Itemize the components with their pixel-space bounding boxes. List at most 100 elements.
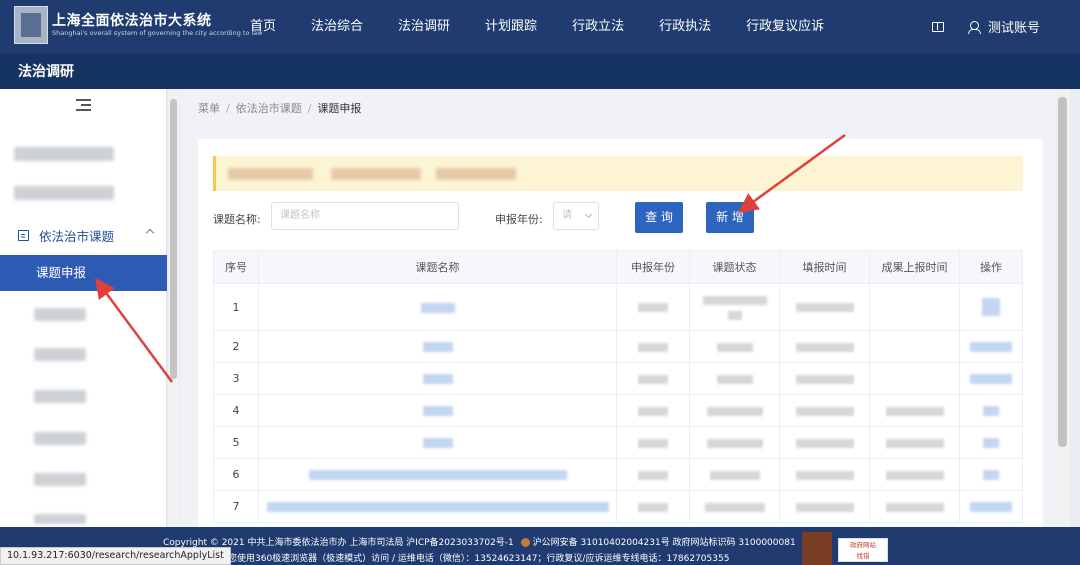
col-actions: 操作 <box>959 250 1023 284</box>
gov-badge-line1: 政府网站 <box>850 541 876 549</box>
sidebar-item-blurred[interactable] <box>34 308 86 321</box>
nav-admin-legislation[interactable]: 行政立法 <box>572 0 624 53</box>
row-topic-name[interactable] <box>258 394 617 427</box>
row-status <box>689 283 780 331</box>
row-fill-time <box>779 426 870 459</box>
top-header: 上海全面依法治市大系统 Shanghai's overall system of… <box>0 0 1080 53</box>
row-topic-name[interactable] <box>258 362 617 395</box>
row-topic-name[interactable] <box>258 283 617 331</box>
section-header: 法治调研 <box>0 53 1080 89</box>
breadcrumb-item[interactable]: 依法治市课题 <box>236 102 302 115</box>
gov-site-badge[interactable]: 政府网站 找错 <box>838 538 888 562</box>
sidebar-group-topics[interactable]: 依法治市课题 <box>0 218 167 252</box>
notice-banner <box>213 156 1023 191</box>
nav-legal-comprehensive[interactable]: 法治综合 <box>311 0 363 53</box>
username[interactable]: 测试账号 <box>988 17 1040 36</box>
gov-badge-line2: 找错 <box>856 552 870 560</box>
topic-name-input[interactable]: 课题名称 <box>271 202 459 230</box>
row-fill-time <box>779 330 870 363</box>
row-result-time <box>869 458 960 491</box>
table-header-row: 序号 课题名称 申报年份 课题状态 填报时间 成果上报时间 操作 <box>213 250 1023 284</box>
nav-legal-research[interactable]: 法治调研 <box>398 0 450 53</box>
row-index: 6 <box>213 458 259 491</box>
row-topic-name[interactable] <box>258 490 617 523</box>
nav-plan-tracking[interactable]: 计划跟踪 <box>485 0 537 53</box>
col-status: 课题状态 <box>689 250 780 284</box>
row-actions[interactable] <box>959 283 1023 331</box>
row-fill-time <box>779 458 870 491</box>
table-row: 1 <box>213 283 1023 331</box>
row-status <box>689 394 780 427</box>
user-icon <box>967 21 981 34</box>
logo-icon <box>14 6 48 44</box>
party-emblem-image <box>802 532 832 565</box>
query-button[interactable]: 查 询 <box>635 202 683 233</box>
main-content: 菜单 / 依法治市课题 / 课题申报 课题名称: 课题名称 申报年份: 请 查 询 新 … <box>180 89 1055 527</box>
content-card: 课题名称: 课题名称 申报年份: 请 查 询 新 增 序号 课题名称 申报年份 … <box>198 139 1043 527</box>
nav-admin-enforcement[interactable]: 行政执法 <box>659 0 711 53</box>
footer-contact: 建议您使用360极速浏览器（极速模式）访问 / 运维电话（微信）：1352462… <box>210 554 730 564</box>
row-topic-name[interactable] <box>258 458 617 491</box>
row-topic-name[interactable] <box>258 330 617 363</box>
nav-admin-review[interactable]: 行政复议应诉 <box>746 0 824 53</box>
sidebar-item-blurred[interactable] <box>34 473 86 486</box>
row-year <box>616 426 690 459</box>
system-subtitle: Shanghai's overall system of governing t… <box>52 29 263 37</box>
add-button[interactable]: 新 增 <box>706 202 754 233</box>
sidebar-scrollbar[interactable] <box>168 89 179 527</box>
row-status <box>689 362 780 395</box>
row-actions[interactable] <box>959 362 1023 395</box>
apply-year-label: 申报年份: <box>495 213 543 226</box>
nav-home[interactable]: 首页 <box>250 0 276 53</box>
table-row: 4 <box>213 394 1023 427</box>
row-actions[interactable] <box>959 458 1023 491</box>
police-record-text: 沪公网安备 31010402004231号 政府网站标识码 3100000081 <box>532 538 796 548</box>
col-apply-year: 申报年份 <box>616 250 690 284</box>
row-result-time <box>869 330 960 363</box>
status-bar-url: 10.1.93.217:6030/research/researchApplyL… <box>0 547 231 565</box>
sidebar-item-blurred[interactable] <box>34 348 86 361</box>
row-fill-time <box>779 394 870 427</box>
row-status <box>689 330 780 363</box>
row-actions[interactable] <box>959 330 1023 363</box>
table-row: 6 <box>213 458 1023 491</box>
row-index: 1 <box>213 283 259 331</box>
row-status <box>689 458 780 491</box>
row-result-time <box>869 362 960 395</box>
row-actions[interactable] <box>959 426 1023 459</box>
breadcrumb-item[interactable]: 菜单 <box>198 102 220 115</box>
row-actions[interactable] <box>959 394 1023 427</box>
sidebar-item-blurred[interactable] <box>14 147 114 161</box>
breadcrumb-current: 课题申报 <box>317 102 362 115</box>
row-actions[interactable] <box>959 490 1023 523</box>
row-index: 4 <box>213 394 259 427</box>
user-area: 测试账号 <box>931 0 1040 53</box>
topic-table: 序号 课题名称 申报年份 课题状态 填报时间 成果上报时间 操作 1 2 3 4… <box>213 250 1023 523</box>
sidebar-item-blurred[interactable] <box>14 186 114 200</box>
row-year <box>616 283 690 331</box>
chevron-up-icon <box>145 228 155 238</box>
breadcrumb: 菜单 / 依法治市课题 / 课题申报 <box>198 102 362 115</box>
row-index: 3 <box>213 362 259 395</box>
police-badge-icon <box>520 538 530 547</box>
row-status <box>689 426 780 459</box>
row-year <box>616 458 690 491</box>
menu-collapse-icon[interactable] <box>76 99 91 111</box>
sidebar-item-topic-apply[interactable]: 课题申报 <box>0 255 167 291</box>
row-index: 5 <box>213 426 259 459</box>
row-year <box>616 394 690 427</box>
apply-year-select[interactable]: 请 <box>553 202 599 230</box>
col-fill-time: 填报时间 <box>779 250 870 284</box>
chevron-down-icon <box>584 210 593 219</box>
row-topic-name[interactable] <box>258 426 617 459</box>
table-row: 5 <box>213 426 1023 459</box>
table-row: 2 <box>213 330 1023 363</box>
sidebar-item-blurred[interactable] <box>34 514 86 524</box>
sidebar: 依法治市课题 课题申报 <box>0 89 167 527</box>
sidebar-item-blurred[interactable] <box>34 432 86 445</box>
row-year <box>616 330 690 363</box>
book-icon[interactable] <box>931 21 944 32</box>
main-scrollbar[interactable] <box>1055 89 1070 527</box>
sidebar-item-blurred[interactable] <box>34 390 86 403</box>
row-result-time <box>869 426 960 459</box>
